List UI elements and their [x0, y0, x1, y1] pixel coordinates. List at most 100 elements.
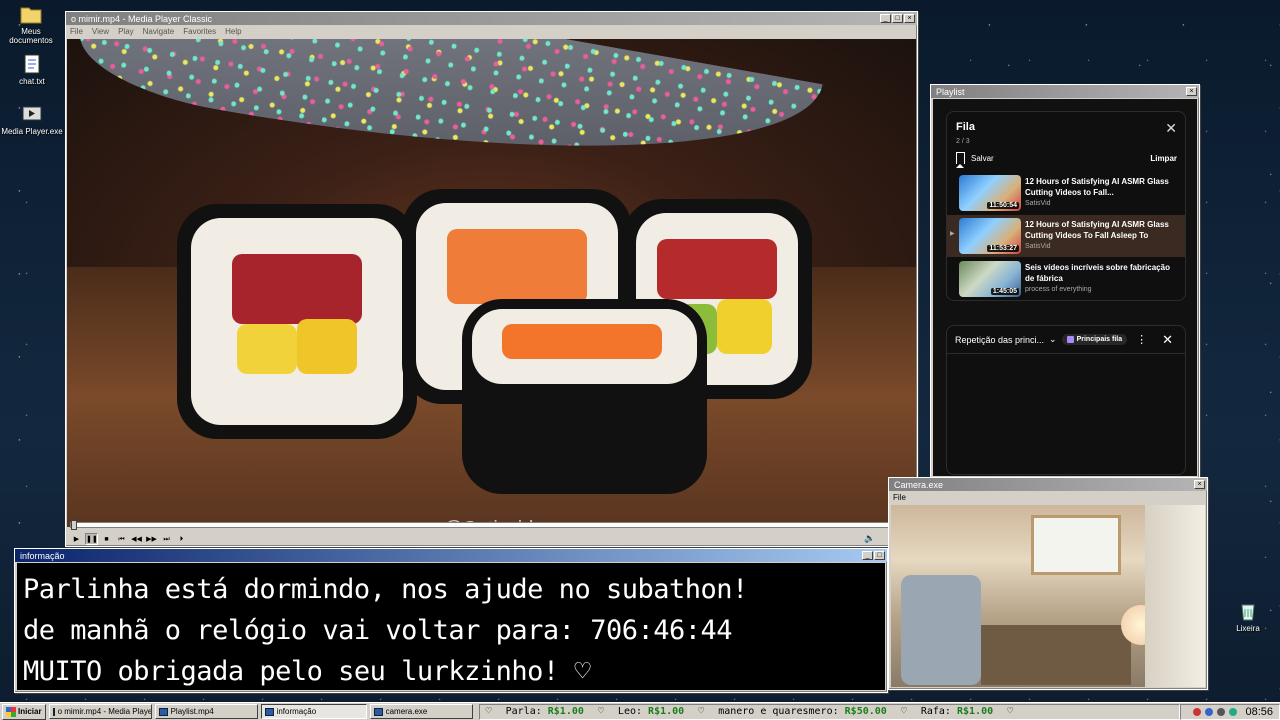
menu-file[interactable]: File — [70, 27, 83, 36]
repeat-dropdown[interactable]: Repetição das princi... — [955, 335, 1044, 345]
close-icon[interactable]: ✕ — [1165, 120, 1177, 137]
pause-button[interactable]: ❚❚ — [85, 532, 98, 545]
desktop-icon-label: Meus documentos — [9, 27, 53, 45]
stop-button[interactable]: ■ — [100, 533, 113, 545]
close-button[interactable]: × — [1186, 87, 1197, 96]
task-label: informação — [276, 707, 317, 716]
recycle-bin-icon — [1241, 604, 1255, 621]
ticker-entry: Parla: R$1.00 — [506, 706, 584, 717]
camera-armchair — [901, 575, 981, 685]
queue-item-title: Seis vídeos incríveis sobre fabricação d… — [1025, 263, 1170, 283]
volume-tray-icon[interactable] — [1217, 707, 1226, 716]
task-camera[interactable]: camera.exe — [369, 704, 473, 719]
task-media-player[interactable]: o mimir.mp4 - Media Player... — [48, 704, 152, 719]
folder-icon — [20, 7, 42, 24]
queue-item[interactable]: 11:50:54 12 Hours of Satisfying AI ASMR … — [947, 172, 1185, 214]
duration-badge: 11:53:27 — [987, 245, 1019, 252]
desktop-icon-chat-txt[interactable]: chat.txt — [1, 54, 63, 86]
donation-amount: R$1.00 — [956, 706, 994, 717]
donor-name: Rafa: — [920, 706, 951, 717]
menu-navigate[interactable]: Navigate — [143, 27, 175, 36]
play-button[interactable]: ▶ — [70, 533, 83, 545]
video-frame[interactable]: @Satisvid — [67, 39, 916, 527]
media-player-icon — [22, 106, 42, 121]
playlist-title: Playlist — [936, 86, 965, 97]
menu-file[interactable]: File — [893, 493, 906, 502]
camera-title: Camera.exe — [894, 479, 944, 490]
save-button[interactable]: Salvar — [956, 152, 994, 168]
fast-forward-button[interactable]: ▶▶ — [145, 533, 158, 545]
queue-item-title: 12 Hours of Satisfying AI ASMR Glass Cut… — [1025, 220, 1169, 240]
info-window[interactable]: informação _ □ Parlinha está dormindo, n… — [14, 548, 888, 693]
desktop-icon-label: Lixeira — [1236, 624, 1260, 633]
app-icon — [52, 707, 55, 716]
clear-button[interactable]: Limpar — [1150, 154, 1177, 163]
clock[interactable]: 08:56 — [1245, 706, 1273, 718]
camera-window[interactable]: Camera.exe × File — [888, 477, 1208, 690]
tray-app-icon[interactable] — [1205, 707, 1214, 716]
minimize-button[interactable]: _ — [862, 551, 873, 560]
network-tray-icon[interactable] — [1229, 707, 1238, 716]
menu-help[interactable]: Help — [225, 27, 241, 36]
camera-feed — [891, 505, 1205, 687]
info-titlebar[interactable]: informação _ □ — [15, 549, 887, 562]
desktop-icon-label: Media Player.exe — [1, 127, 63, 136]
previous-button[interactable]: ⏮ — [115, 533, 128, 545]
menu-play[interactable]: Play — [118, 27, 134, 36]
tray-app-icon[interactable] — [1193, 707, 1202, 716]
queue-icon — [1066, 336, 1074, 343]
desktop-icon-meus-documentos[interactable]: Meus documentos — [0, 4, 62, 45]
now-playing-icon: ▶ — [950, 231, 955, 237]
close-icon[interactable]: ✕ — [1162, 332, 1173, 348]
principais-fila-chip[interactable]: Principais fila — [1061, 334, 1128, 345]
bookmark-icon — [956, 152, 965, 168]
ticker-entry: manero e quaresmero: R$50.00 — [718, 706, 887, 717]
queue-item[interactable]: 1:45:05 Seis vídeos incríveis sobre fabr… — [947, 258, 1185, 300]
frame-step-button[interactable]: ⏵ — [175, 533, 188, 545]
desktop-icon-media-player[interactable]: Media Player.exe — [1, 104, 63, 136]
playlist-body: Fila 2 / 3 ✕ Salvar Limpar 11:50:54 12 H… — [933, 99, 1197, 476]
rewind-button[interactable]: ◀◀ — [130, 533, 143, 545]
playlist-titlebar[interactable]: Playlist × — [931, 85, 1199, 98]
camera-room-window — [1031, 515, 1121, 575]
volume-icon[interactable]: 🔈 — [864, 533, 875, 544]
maximize-button[interactable]: □ — [892, 14, 903, 23]
maximize-button[interactable]: □ — [874, 551, 885, 560]
menu-view[interactable]: View — [92, 27, 109, 36]
camera-table — [981, 625, 1131, 685]
queue-item-title: 12 Hours of Satisfying AI ASMR Glass Cut… — [1025, 177, 1169, 197]
task-informacao[interactable]: informação — [260, 704, 367, 719]
heart-icon: ♡ — [698, 706, 705, 717]
seek-thumb[interactable] — [71, 520, 77, 530]
donor-name: Parla: — [505, 706, 542, 717]
repeat-panel: Repetição das princi... ⌄ Principais fil… — [946, 325, 1186, 475]
chip-label: Principais fila — [1076, 336, 1123, 343]
desktop-icon-lixeira[interactable]: Lixeira — [1217, 601, 1279, 633]
camera-menubar: File — [889, 491, 1207, 503]
taskbar: Iniciar o mimir.mp4 - Media Player... Pl… — [0, 702, 1280, 720]
chevron-down-icon[interactable]: ⌄ — [1049, 334, 1057, 345]
menu-favorites[interactable]: Favorites — [183, 27, 216, 36]
video-thumbnail: 11:50:54 — [959, 175, 1021, 211]
close-button[interactable]: × — [1194, 480, 1205, 489]
donation-ticker: ♡ Parla: R$1.00 ♡ Leo: R$1.00 ♡ manero e… — [478, 703, 1180, 720]
task-playlist[interactable]: Playlist.mp4 — [154, 704, 258, 719]
task-label: Playlist.mp4 — [170, 707, 214, 716]
app-icon — [373, 707, 383, 716]
queue-item-current[interactable]: ▶ 11:53:27 12 Hours of Satisfying AI ASM… — [947, 215, 1185, 257]
app-icon — [158, 707, 168, 716]
playlist-window[interactable]: Playlist × Fila 2 / 3 ✕ Salvar Limpar 11… — [930, 84, 1200, 479]
minimize-button[interactable]: _ — [880, 14, 891, 23]
more-options-icon[interactable]: ⋮ — [1136, 333, 1147, 346]
close-button[interactable]: × — [904, 14, 915, 23]
duration-badge: 1:45:05 — [990, 288, 1019, 295]
next-button[interactable]: ⏭ — [160, 533, 173, 545]
media-player-titlebar[interactable]: o mimir.mp4 - Media Player Classic _ □ × — [66, 12, 917, 25]
start-button[interactable]: Iniciar — [2, 703, 46, 720]
queue-count: 2 / 3 — [956, 138, 970, 145]
camera-curtain — [1145, 505, 1205, 687]
info-line-2: de manhã o relógio vai voltar para: 706:… — [23, 615, 733, 646]
media-player-window[interactable]: o mimir.mp4 - Media Player Classic _ □ ×… — [65, 11, 918, 547]
seek-bar[interactable] — [70, 520, 915, 530]
camera-titlebar[interactable]: Camera.exe × — [889, 478, 1207, 491]
